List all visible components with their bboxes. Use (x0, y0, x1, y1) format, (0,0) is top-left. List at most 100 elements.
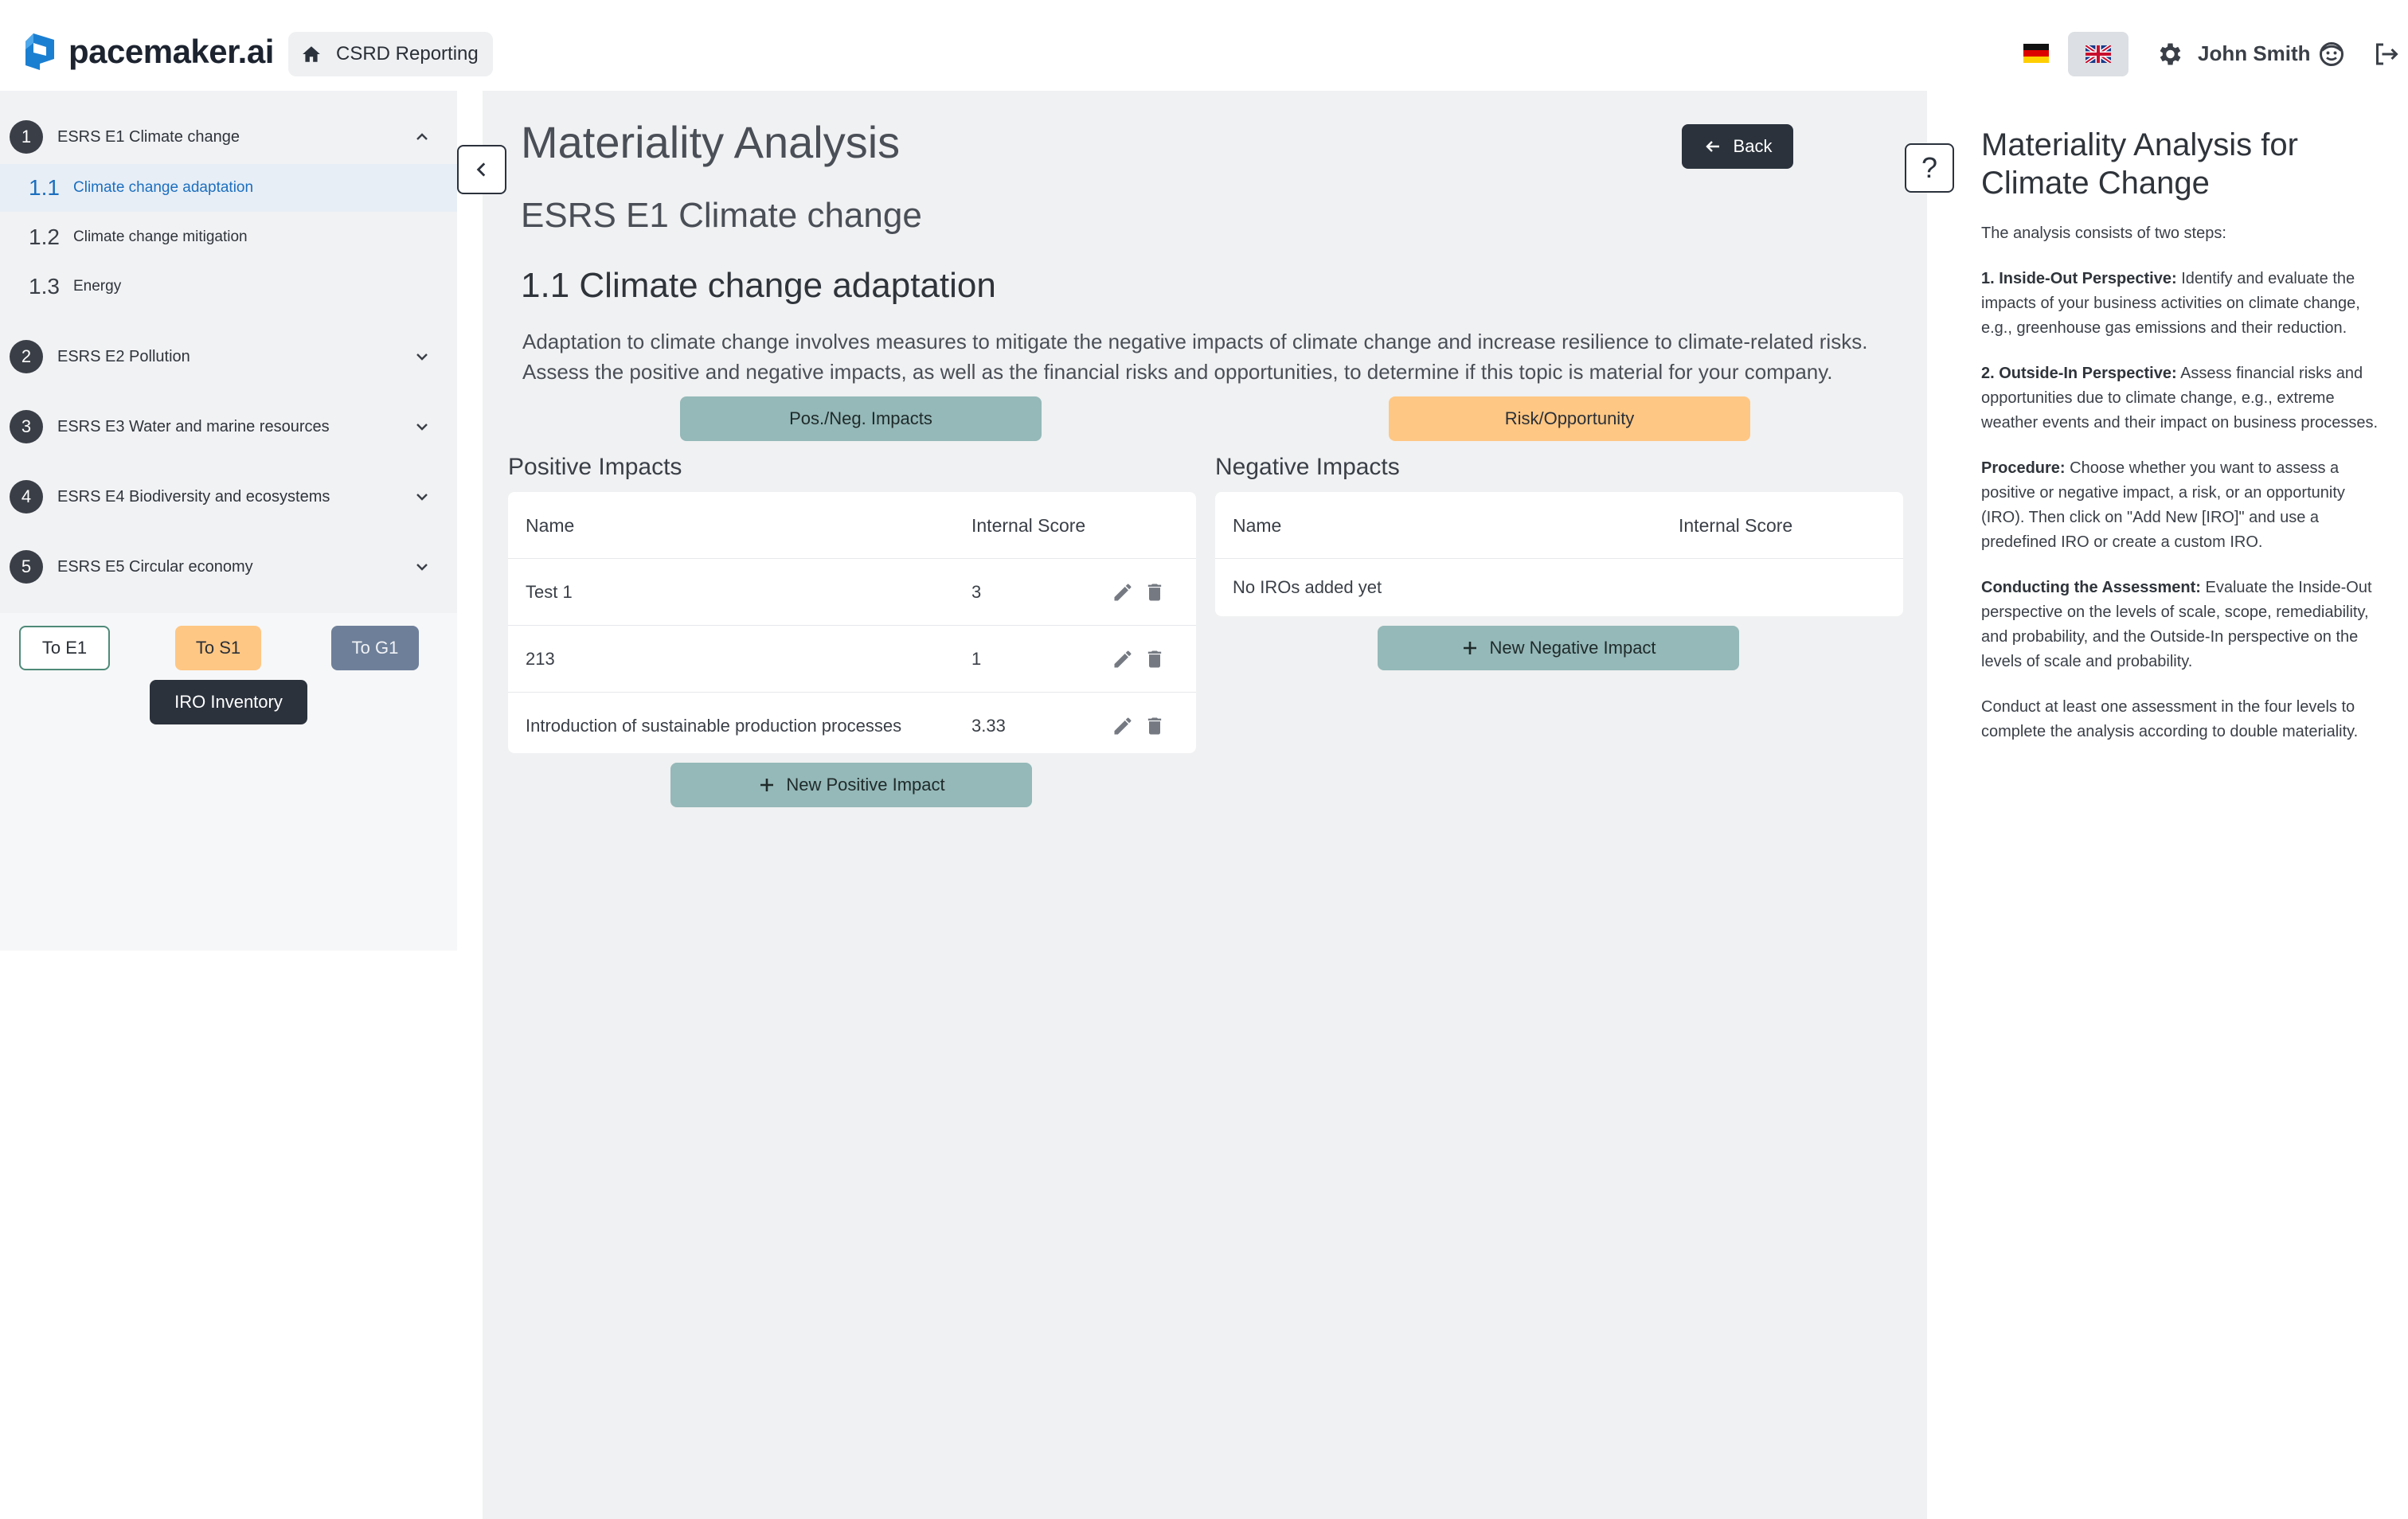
pencil-icon[interactable] (1112, 715, 1134, 737)
section-number-badge: 4 (10, 480, 43, 513)
chevron-down-icon[interactable] (412, 557, 432, 576)
sidebar-item-climate-change-mitigation[interactable]: 1.2 Climate change mitigation (0, 213, 457, 261)
breadcrumb-home[interactable]: CSRD Reporting (288, 32, 493, 76)
language-en-button[interactable] (2068, 32, 2128, 76)
tab-risk-opportunity[interactable]: Risk/Opportunity (1389, 396, 1750, 441)
brand-name: pacemaker.ai (68, 33, 274, 70)
sidebar: 1 ESRS E1 Climate change 1.1 Climate cha… (0, 91, 457, 951)
brand-logo[interactable]: pacemaker.ai (22, 32, 274, 72)
column-header-score: Internal Score (1679, 514, 1793, 536)
help-assessment-heading: Conducting the Assessment: (1981, 579, 2201, 596)
sidebar-section-e4[interactable]: 4 ESRS E4 Biodiversity and ecosystems (0, 471, 457, 522)
sidebar-section-e3[interactable]: 3 ESRS E3 Water and marine resources (0, 401, 457, 452)
sidebar-nav: 1 ESRS E1 Climate change 1.1 Climate cha… (0, 91, 457, 613)
positive-impacts-title: Positive Impacts (508, 454, 682, 480)
help-procedure: Procedure: Choose whether you want to as… (1981, 456, 2387, 555)
chevron-down-icon[interactable] (412, 347, 432, 366)
description-line: Assess the positive and negative impacts… (522, 360, 1833, 384)
column-header-name: Name (1233, 514, 1282, 536)
new-negative-impact-button[interactable]: New Negative Impact (1378, 626, 1739, 670)
sidebar-section-e2[interactable]: 2 ESRS E2 Pollution (0, 331, 457, 382)
help-assessment: Conducting the Assessment: Evaluate the … (1981, 576, 2387, 674)
row-score: 3 (971, 582, 982, 602)
help-intro: The analysis consists of two steps: (1981, 225, 2226, 242)
topic-description: Adaptation to climate change involves me… (522, 326, 1924, 387)
section-number-badge: 5 (10, 550, 43, 584)
row-name: Introduction of sustainable production p… (526, 716, 902, 736)
user-name[interactable]: John Smith (2198, 41, 2311, 66)
help-step-1-heading: 1. Inside-Out Perspective: (1981, 270, 2177, 287)
help-step-1: 1. Inside-Out Perspective: Identify and … (1981, 267, 2387, 341)
chevron-down-icon[interactable] (412, 417, 432, 436)
page-title: Materiality Analysis (521, 117, 901, 167)
sidebar-section-label: ESRS E4 Biodiversity and ecosystems (57, 487, 330, 506)
sidebar-item-energy[interactable]: 1.3 Energy (0, 263, 457, 310)
section-number-badge: 1 (10, 120, 43, 154)
column-header-name: Name (526, 514, 575, 536)
new-positive-impact-button[interactable]: New Positive Impact (670, 763, 1032, 807)
table-header: Name Internal Score (1215, 492, 1903, 559)
pencil-icon[interactable] (1112, 648, 1134, 670)
user-avatar-icon[interactable] (2317, 40, 2346, 68)
tab-pos-neg-impacts[interactable]: Pos./Neg. Impacts (680, 396, 1042, 441)
sidebar-section-label: ESRS E2 Pollution (57, 347, 190, 365)
section-number-badge: 2 (10, 340, 43, 373)
sidebar-item-label: Climate change adaptation (73, 179, 254, 196)
sidebar-item-label: Climate change mitigation (73, 228, 248, 245)
sidebar-item-number: 1.1 (29, 175, 60, 200)
help-toggle-button[interactable]: ? (1905, 143, 1954, 193)
german-flag-icon[interactable] (2023, 44, 2049, 63)
breadcrumb-label: CSRD Reporting (336, 43, 479, 64)
help-title: Materiality Analysis for Climate Change (1981, 127, 2298, 201)
chevron-down-icon[interactable] (412, 487, 432, 506)
chevron-left-icon (476, 162, 486, 177)
to-s1-button[interactable]: To S1 (175, 626, 261, 670)
uk-flag-icon (2086, 45, 2111, 63)
topic-title: 1.1 Climate change adaptation (521, 266, 996, 305)
sidebar-item-number: 1.3 (29, 274, 60, 299)
sidebar-item-number: 1.2 (29, 225, 60, 249)
add-button-label: New Positive Impact (786, 775, 945, 795)
trash-icon[interactable] (1143, 715, 1166, 737)
help-step-2-heading: 2. Outside-In Perspective: (1981, 365, 2177, 382)
to-g1-button[interactable]: To G1 (331, 626, 419, 670)
logout-icon[interactable] (2371, 40, 2400, 68)
table-row[interactable]: Introduction of sustainable production p… (508, 693, 1196, 760)
iro-inventory-button[interactable]: IRO Inventory (150, 680, 307, 724)
back-button[interactable]: Back (1682, 124, 1793, 169)
section-number-badge: 3 (10, 410, 43, 443)
help-procedure-heading: Procedure: (1981, 459, 2066, 477)
column-header-score: Internal Score (971, 514, 1086, 536)
table-header: Name Internal Score (508, 492, 1196, 559)
trash-icon[interactable] (1143, 648, 1166, 670)
help-conclusion: Conduct at least one assessment in the f… (1981, 698, 2359, 740)
table-row[interactable]: Test 1 3 (508, 559, 1196, 626)
sidebar-item-label: Energy (73, 278, 122, 295)
empty-state-row: No IROs added yet (1215, 559, 1903, 616)
sidebar-item-climate-change-adaptation[interactable]: 1.1 Climate change adaptation (0, 164, 457, 212)
home-icon (303, 46, 320, 62)
sidebar-section-e5[interactable]: 5 ESRS E5 Circular economy (0, 541, 457, 592)
row-name: Test 1 (526, 582, 573, 602)
description-line: Adaptation to climate change involves me… (522, 330, 1868, 353)
negative-impacts-title: Negative Impacts (1215, 454, 1400, 480)
back-button-label: Back (1733, 136, 1773, 156)
sidebar-section-label: ESRS E3 Water and marine resources (57, 417, 330, 435)
trash-icon[interactable] (1143, 581, 1166, 603)
pencil-icon[interactable] (1112, 581, 1134, 603)
collapse-sidebar-button[interactable] (457, 145, 506, 194)
to-e1-button[interactable]: To E1 (19, 626, 110, 670)
help-panel: Materiality Analysis for Climate Change … (1981, 126, 2387, 765)
table-row[interactable]: 213 1 (508, 626, 1196, 693)
plus-icon (1464, 642, 1477, 654)
row-score: 3.33 (971, 716, 1006, 736)
plus-icon (760, 779, 774, 791)
chevron-up-icon[interactable] (412, 127, 432, 146)
app-header: pacemaker.ai CSRD Reporting John Smith (0, 0, 2408, 91)
positive-impacts-table: Name Internal Score Test 1 3 213 1 Intro… (508, 492, 1196, 753)
row-score: 1 (971, 649, 982, 669)
standard-subtitle: ESRS E1 Climate change (521, 196, 922, 235)
pacemaker-logo-icon (25, 33, 54, 70)
sidebar-section-e1[interactable]: 1 ESRS E1 Climate change (0, 111, 457, 162)
gear-icon[interactable] (2155, 40, 2183, 68)
